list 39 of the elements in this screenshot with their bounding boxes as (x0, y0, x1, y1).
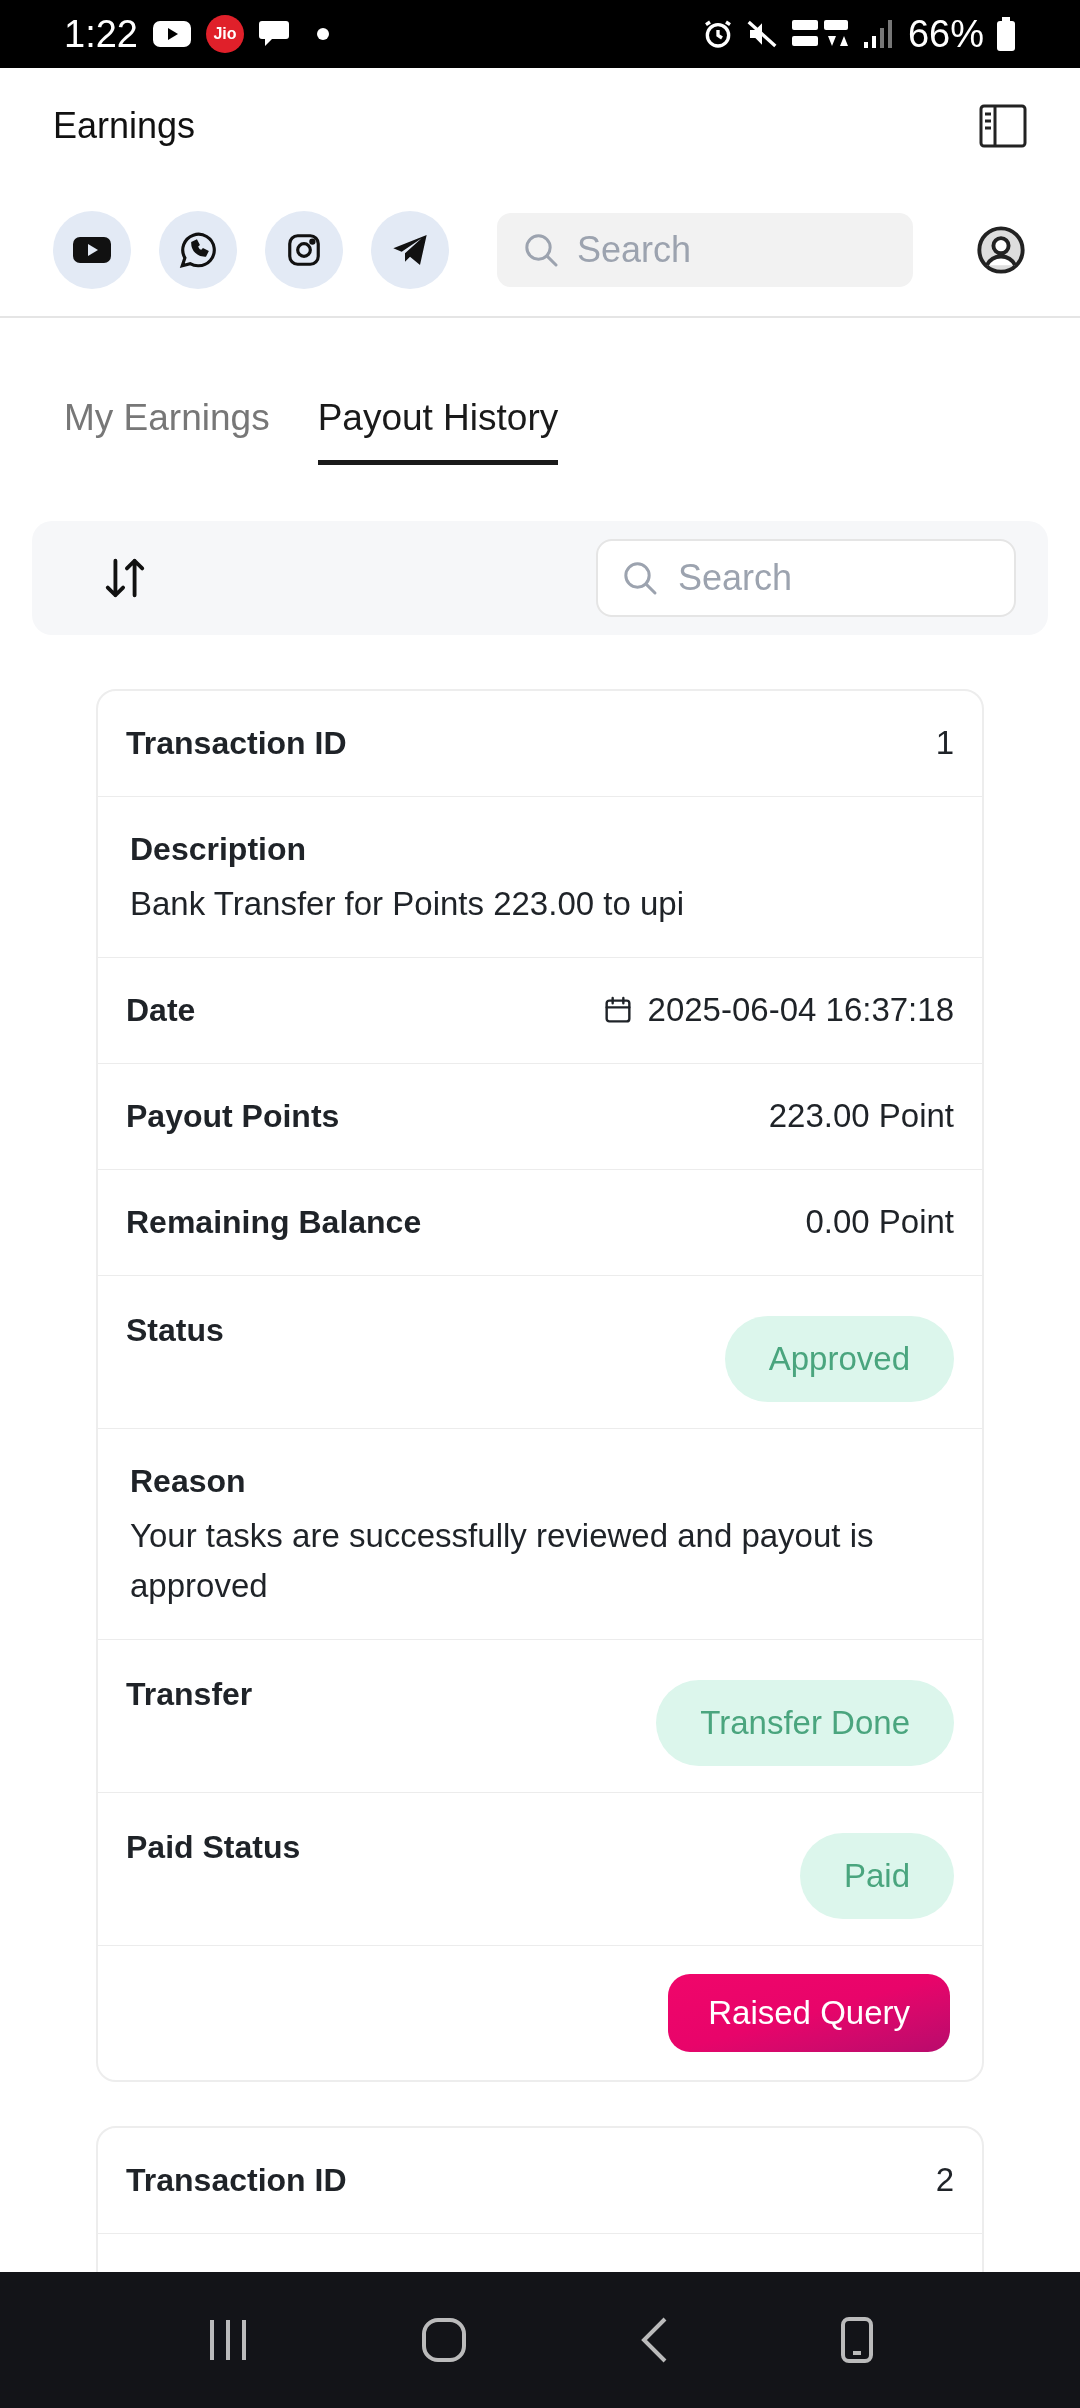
status-badge: Approved (724, 1315, 954, 1402)
play-icon (72, 235, 112, 265)
status-badge: Transfer Done (656, 1679, 954, 1766)
field-label: Transfer (126, 1674, 253, 1714)
field-value: 223.00 Point (768, 1096, 954, 1137)
field-value: 2 (935, 2160, 954, 2201)
page-title: Earnings (53, 104, 196, 148)
battery-percent: 66% (907, 11, 984, 57)
raise-query-button[interactable]: Raised Query (668, 1973, 950, 2052)
field-label: Payout Points (126, 1097, 340, 1136)
battery-icon (996, 17, 1016, 51)
tab[interactable]: My Earnings (64, 390, 270, 465)
dot-icon (315, 27, 330, 41)
field-label: Remaining Balance (126, 1203, 422, 1242)
date-value: 2025-06-04 16:37:18 (647, 990, 954, 1031)
field-label: Paid Status (126, 1827, 301, 1867)
search-field[interactable]: Search (497, 213, 913, 287)
field-value: Bank Transfer for Points 223.00 to upi (130, 883, 685, 924)
user-avatar-icon[interactable] (975, 224, 1027, 276)
status-time: 1:22 (64, 11, 138, 57)
field-label: Transaction ID (126, 2161, 347, 2200)
phone-icon[interactable] (840, 2316, 875, 2364)
field-value: Your tasks are successfully reviewed and payout is approved (130, 1515, 875, 1606)
tab[interactable]: Payout History (317, 390, 559, 465)
mute-icon (745, 18, 778, 50)
camera-icon (285, 231, 323, 269)
field-label: Date (126, 991, 196, 1030)
field-value: 0.00 Point (805, 1202, 954, 1243)
search-field[interactable]: Search (596, 538, 1016, 617)
field-label: Transaction ID (126, 724, 347, 763)
field-label: Reason (130, 1461, 247, 1501)
sidebar-toggle-icon[interactable] (979, 104, 1027, 148)
field-label: Description (130, 829, 308, 869)
home-icon[interactable] (421, 2317, 468, 2363)
field-label: Status (126, 1310, 224, 1350)
play-icon (151, 19, 192, 49)
carrier-badge: Jio (205, 15, 244, 53)
field-value: 1 (935, 723, 954, 764)
status-badge: Paid (799, 1832, 954, 1919)
